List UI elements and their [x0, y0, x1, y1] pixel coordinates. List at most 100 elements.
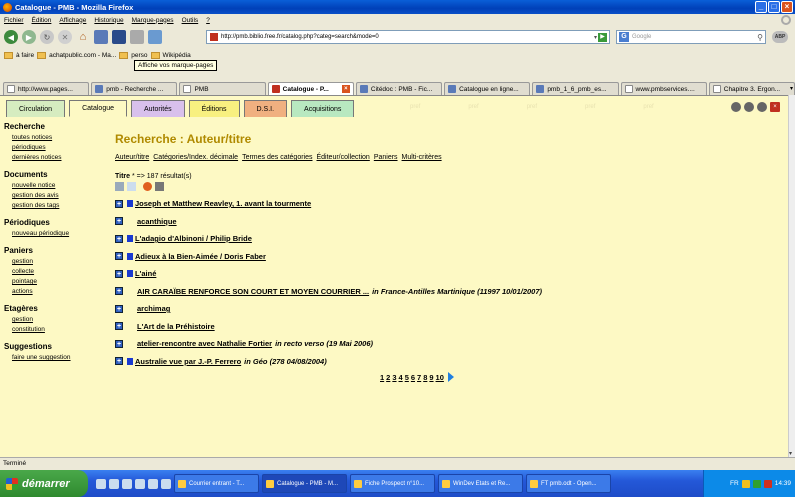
search-mode-link[interactable]: Paniers: [374, 154, 398, 161]
result-title-link[interactable]: acanthique: [137, 217, 177, 226]
search-mode-link[interactable]: Termes des catégories: [242, 154, 312, 161]
search-mode-link[interactable]: Catégories/Index. décimale: [153, 154, 238, 161]
page-link[interactable]: 7: [417, 373, 421, 382]
quick-launch-icon[interactable]: [96, 478, 106, 489]
result-title-link[interactable]: L'Art de la Préhistoire: [137, 322, 215, 331]
window-titlebar[interactable]: Catalogue - PMB - Mozilla Firefox _ □ ×: [0, 0, 795, 14]
quick-launch-icon[interactable]: [148, 478, 158, 489]
expand-icon[interactable]: +: [115, 287, 123, 295]
tab-cat[interactable]: Catalogue: [69, 100, 127, 117]
language-indicator[interactable]: FR: [730, 480, 739, 487]
browser-tab[interactable]: Citédoc : PMB - Fic...: [355, 82, 443, 95]
quick-launch-icon[interactable]: [161, 478, 171, 489]
page-link[interactable]: 10: [436, 373, 444, 382]
sidebar-link[interactable]: toutes notices: [12, 134, 104, 141]
basket-icon[interactable]: [143, 182, 152, 191]
sidebar-link[interactable]: périodiques: [12, 144, 104, 151]
tab-circ[interactable]: Circulation: [6, 100, 66, 117]
page-link[interactable]: 9: [429, 373, 433, 382]
tab-aut[interactable]: Autorités: [131, 100, 185, 117]
page-link[interactable]: 8: [423, 373, 427, 382]
result-title-link[interactable]: Joseph et Matthew Reavley, 1. avant la t…: [135, 199, 311, 208]
back-button[interactable]: ◀: [4, 30, 18, 44]
google-icon[interactable]: G: [619, 32, 629, 42]
sidebar-link[interactable]: faire une suggestion: [12, 354, 104, 361]
sidebar-link[interactable]: gestion: [12, 258, 104, 265]
sidebar-link[interactable]: constitution: [12, 326, 104, 333]
collapse-all-icon[interactable]: [127, 182, 136, 191]
info-icon[interactable]: [744, 102, 754, 112]
browser-tab[interactable]: www.pmbservices....: [620, 82, 707, 95]
go-button[interactable]: ▶: [598, 32, 607, 42]
sidebar-link[interactable]: gestion: [12, 316, 104, 323]
page-link[interactable]: 4: [399, 373, 403, 382]
browser-tab[interactable]: Catalogue - P... ×: [267, 82, 354, 95]
next-page-icon[interactable]: [447, 372, 454, 382]
search-mode-link[interactable]: Multi-critères: [402, 154, 442, 161]
start-button[interactable]: démarrer: [0, 470, 88, 497]
tray-icon[interactable]: [763, 479, 772, 488]
tab-list-icon[interactable]: ▾: [790, 85, 793, 92]
search-icon[interactable]: ⚲: [757, 33, 763, 42]
expand-icon[interactable]: +: [115, 322, 123, 330]
minimize-button[interactable]: _: [755, 1, 767, 13]
history-button[interactable]: [112, 30, 126, 44]
taskbar-button[interactable]: WinDev Etats et Re...: [438, 474, 523, 493]
result-title-link[interactable]: atelier-rencontre avec Nathalie Fortier: [137, 339, 272, 348]
search-input[interactable]: G Google ⚲: [616, 30, 766, 44]
help-icon[interactable]: [731, 102, 741, 112]
url-dropdown-icon[interactable]: ▾: [594, 34, 597, 41]
menu-item[interactable]: Affichage: [59, 17, 86, 24]
page-link[interactable]: 6: [411, 373, 415, 382]
adblock-button[interactable]: ABP: [772, 31, 788, 43]
taskbar-button[interactable]: Catalogue - PMB - M...: [262, 474, 347, 493]
page-link[interactable]: 3: [392, 373, 396, 382]
menu-item[interactable]: Marque-pages: [132, 17, 174, 24]
result-title-link[interactable]: AIR CARAÏBE RENFORCE SON COURT ET MOYEN …: [137, 287, 369, 296]
close-button[interactable]: ×: [781, 1, 793, 13]
bookmarks-sidebar-button[interactable]: [94, 30, 108, 44]
url-bar[interactable]: http://pmb.biblio.free.fr/catalog.php?ca…: [206, 30, 610, 44]
expand-icon[interactable]: +: [115, 252, 123, 260]
result-title-link[interactable]: archimag: [137, 304, 170, 313]
quick-launch-icon[interactable]: [135, 478, 145, 489]
expand-icon[interactable]: +: [115, 217, 123, 225]
expand-all-icon[interactable]: [115, 182, 124, 191]
menu-item[interactable]: ?: [206, 17, 210, 24]
bookmark-item[interactable]: perso: [131, 52, 147, 59]
tab-acq[interactable]: Acquisitions: [291, 100, 355, 117]
menu-item[interactable]: Historique: [94, 17, 123, 24]
menu-item[interactable]: Fichier: [4, 17, 24, 24]
search-mode-link[interactable]: Éditeur/collection: [317, 154, 370, 161]
expand-icon[interactable]: +: [115, 357, 123, 365]
quick-launch-icon[interactable]: [109, 478, 119, 489]
tab-close-icon[interactable]: ×: [341, 85, 350, 93]
vertical-scrollbar[interactable]: [788, 95, 795, 457]
browser-tab[interactable]: pmb_1_6_pmb_es...: [532, 82, 619, 95]
sidebar-link[interactable]: nouvelle notice: [12, 182, 104, 189]
result-title-link[interactable]: L'ainé: [135, 269, 156, 278]
sidebar-link[interactable]: dernières notices: [12, 154, 104, 161]
sidebar-link[interactable]: gestion des avis: [12, 192, 104, 199]
search-mode-link[interactable]: Auteur/titre: [115, 154, 149, 161]
sidebar-link[interactable]: actions: [12, 288, 104, 295]
reload-button[interactable]: ↻: [40, 30, 54, 44]
browser-tab[interactable]: PMB: [179, 82, 266, 95]
tray-icon[interactable]: [752, 479, 761, 488]
bookmark-item[interactable]: Wikipédia: [163, 52, 191, 59]
expand-icon[interactable]: +: [115, 304, 123, 313]
taskbar-button[interactable]: Fiche Prospect n°10...: [350, 474, 435, 493]
view-icon[interactable]: [757, 102, 767, 112]
stop-button[interactable]: ✕: [58, 30, 72, 44]
result-title-link[interactable]: Australie vue par J.-P. Ferrero: [135, 357, 241, 366]
new-tab-button[interactable]: [148, 30, 162, 44]
bookmark-item[interactable]: à faire: [16, 52, 34, 59]
maximize-button[interactable]: □: [768, 1, 780, 13]
page-link[interactable]: 5: [405, 373, 409, 382]
expand-icon[interactable]: +: [115, 269, 123, 278]
expand-icon[interactable]: +: [115, 234, 123, 243]
browser-tab[interactable]: pmb - Recherche ...: [91, 82, 178, 95]
expand-icon[interactable]: +: [115, 199, 123, 208]
tab-dsi[interactable]: D.S.I.: [243, 100, 288, 117]
forward-button[interactable]: ▶: [22, 30, 36, 44]
